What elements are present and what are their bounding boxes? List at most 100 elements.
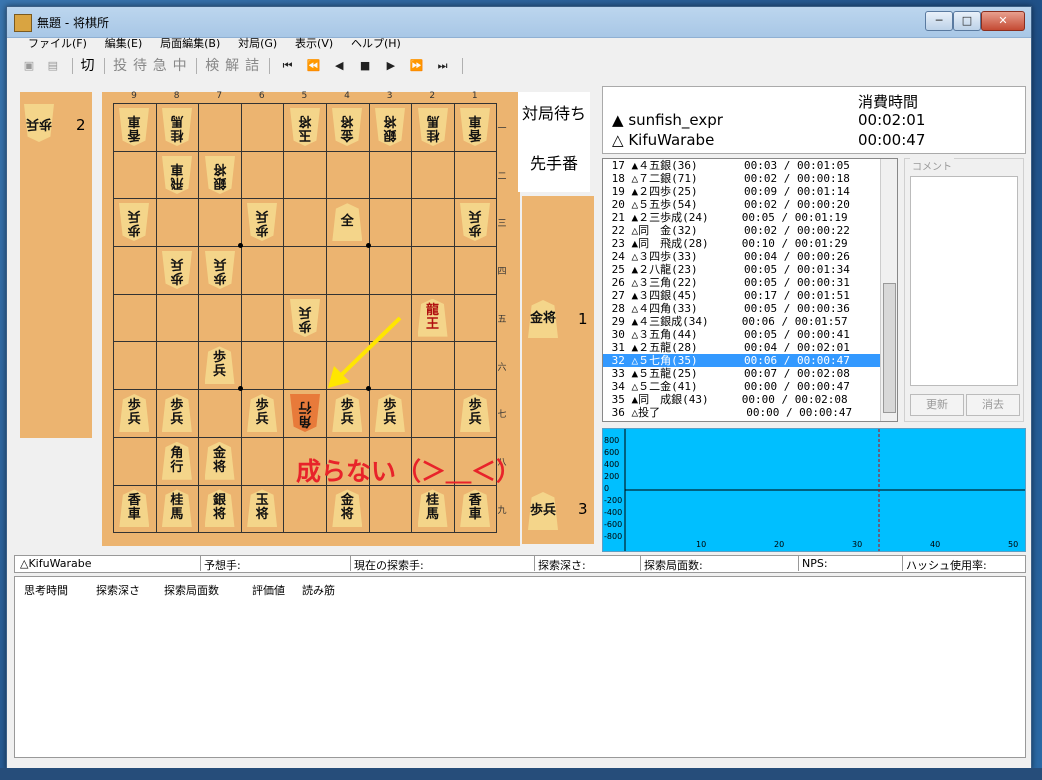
toolbar-solve-button[interactable]: 解 bbox=[225, 57, 239, 75]
board-square[interactable] bbox=[240, 150, 285, 200]
shogi-piece[interactable]: 銀将 bbox=[205, 156, 235, 194]
shogi-piece[interactable]: 銀将 bbox=[204, 489, 235, 528]
board-square[interactable] bbox=[453, 246, 498, 295]
board-square[interactable] bbox=[283, 246, 327, 295]
fast-forward-icon[interactable]: ⏩ bbox=[407, 57, 427, 75]
board-square[interactable] bbox=[368, 150, 413, 200]
menu-file[interactable]: ファイル(F) bbox=[24, 33, 93, 53]
move-list-item[interactable]: 29 ▲４三銀成(34) 00:06 / 00:01:57 bbox=[603, 315, 897, 328]
move-list-scrollbar[interactable] bbox=[880, 159, 897, 421]
shogi-piece[interactable]: 龍王 bbox=[417, 298, 448, 337]
board-square[interactable] bbox=[155, 293, 200, 343]
shogi-piece[interactable]: 歩兵 bbox=[162, 251, 192, 289]
board-square[interactable] bbox=[240, 103, 285, 152]
move-list-item[interactable]: 21 ▲２三歩成(24) 00:05 / 00:01:19 bbox=[603, 211, 897, 224]
board-square[interactable] bbox=[198, 389, 242, 438]
toolbar-resign-button[interactable]: 投 bbox=[113, 57, 127, 75]
rewind-icon[interactable]: ⏪ bbox=[303, 57, 323, 75]
menu-edit[interactable]: 編集(E) bbox=[101, 33, 149, 53]
move-list-item[interactable]: 36 △投了 00:00 / 00:00:47 bbox=[603, 406, 897, 419]
shogi-piece[interactable]: 銀将 bbox=[375, 108, 405, 146]
hand-piece[interactable]: 歩兵 bbox=[24, 104, 54, 142]
shogi-piece[interactable]: 金将 bbox=[332, 489, 363, 528]
move-list-item[interactable]: 35 ▲同 成銀(43) 00:00 / 00:02:08 bbox=[603, 393, 897, 406]
board-square[interactable] bbox=[113, 341, 157, 391]
shogi-piece[interactable]: 香車 bbox=[119, 489, 150, 528]
shogi-piece[interactable]: 桂馬 bbox=[417, 489, 448, 528]
toolbar-cut-button[interactable]: 切 bbox=[80, 57, 94, 75]
board-square[interactable] bbox=[411, 246, 455, 295]
board-square[interactable] bbox=[283, 150, 327, 200]
board-square[interactable] bbox=[326, 246, 370, 295]
move-list-item[interactable]: 22 △同 金(32) 00:02 / 00:00:22 bbox=[603, 224, 897, 237]
shogi-piece[interactable]: 歩兵 bbox=[205, 251, 235, 289]
shogi-piece[interactable]: 金将 bbox=[332, 108, 362, 146]
save-icon[interactable]: ▣ bbox=[20, 57, 38, 75]
update-button[interactable]: 更新 bbox=[910, 394, 964, 416]
shogi-piece[interactable]: 歩兵 bbox=[161, 394, 192, 433]
toolbar-wait-button[interactable]: 待 bbox=[133, 57, 147, 75]
board-square[interactable] bbox=[113, 246, 157, 295]
shogi-piece[interactable]: 香車 bbox=[460, 489, 491, 528]
engine-column-header[interactable]: 評価値 bbox=[252, 582, 285, 598]
shogi-piece[interactable]: 玉将 bbox=[290, 108, 320, 146]
board-square[interactable] bbox=[155, 341, 200, 391]
board-square[interactable] bbox=[240, 246, 285, 295]
board-square[interactable] bbox=[198, 198, 242, 248]
menu-help[interactable]: ヘルプ(H) bbox=[347, 33, 407, 53]
board-square[interactable] bbox=[368, 484, 413, 534]
move-list-item[interactable]: 30 △３五角(44) 00:05 / 00:00:41 bbox=[603, 328, 897, 341]
board-square[interactable] bbox=[198, 103, 242, 152]
hand-piece[interactable]: 歩兵 bbox=[528, 492, 558, 530]
shogi-piece[interactable]: 金将 bbox=[204, 441, 235, 480]
shogi-piece[interactable]: 桂馬 bbox=[418, 108, 448, 146]
toolbar-mate-button[interactable]: 詰 bbox=[245, 57, 259, 75]
shogi-piece[interactable]: 桂馬 bbox=[161, 489, 192, 528]
maximize-button[interactable]: □ bbox=[953, 11, 981, 31]
move-list-item[interactable]: 25 ▲２八龍(23) 00:05 / 00:01:34 bbox=[603, 263, 897, 276]
board-square[interactable] bbox=[113, 436, 157, 486]
engine-column-header[interactable]: 探索深さ bbox=[96, 582, 140, 598]
board-square[interactable] bbox=[411, 150, 455, 200]
move-list-item[interactable]: 32 △５七角(35) 00:06 / 00:00:47 bbox=[603, 354, 897, 367]
minimize-button[interactable]: ─ bbox=[925, 11, 953, 31]
shogi-piece[interactable]: 歩兵 bbox=[119, 203, 149, 241]
shogi-piece[interactable]: 歩兵 bbox=[332, 394, 363, 433]
shogi-piece[interactable]: 歩兵 bbox=[247, 203, 277, 241]
board-square[interactable] bbox=[368, 198, 413, 248]
shogi-piece[interactable]: 歩兵 bbox=[247, 394, 278, 433]
engine-column-header[interactable]: 探索局面数 bbox=[164, 582, 219, 598]
board-square[interactable] bbox=[326, 150, 370, 200]
prev-move-icon[interactable]: ◀ bbox=[329, 57, 349, 75]
board-square[interactable] bbox=[283, 198, 327, 248]
shogi-piece[interactable]: 角行 bbox=[290, 394, 320, 432]
move-list-item[interactable]: 27 ▲３四銀(45) 00:17 / 00:01:51 bbox=[603, 289, 897, 302]
board-square[interactable] bbox=[113, 150, 157, 200]
shogi-piece[interactable]: 歩兵 bbox=[204, 346, 235, 385]
load-icon[interactable]: ▤ bbox=[44, 57, 62, 75]
move-list-item[interactable]: 34 △５二金(41) 00:00 / 00:00:47 bbox=[603, 380, 897, 393]
shogi-piece[interactable]: 香車 bbox=[460, 108, 490, 146]
shogi-piece[interactable]: 香車 bbox=[119, 108, 149, 146]
shogi-piece[interactable]: 飛車 bbox=[162, 156, 192, 194]
engine-output-list[interactable] bbox=[14, 576, 1026, 758]
board-square[interactable] bbox=[411, 198, 455, 248]
board-square[interactable] bbox=[411, 389, 455, 438]
board-square[interactable] bbox=[368, 246, 413, 295]
move-list-item[interactable]: 23 ▲同 飛成(28) 00:10 / 00:01:29 bbox=[603, 237, 897, 250]
shogi-piece[interactable]: 全 bbox=[332, 203, 363, 242]
move-list-item[interactable]: 26 △３三角(22) 00:05 / 00:00:31 bbox=[603, 276, 897, 289]
board-square[interactable] bbox=[155, 198, 200, 248]
next-move-icon[interactable]: ▶ bbox=[381, 57, 401, 75]
board-square[interactable] bbox=[240, 293, 285, 343]
move-list-item[interactable]: 19 ▲２四歩(25) 00:09 / 00:01:14 bbox=[603, 185, 897, 198]
shogi-piece[interactable]: 玉将 bbox=[247, 489, 278, 528]
comment-textarea[interactable] bbox=[910, 176, 1018, 386]
last-move-icon[interactable]: ⏭ bbox=[433, 57, 453, 75]
board-square[interactable] bbox=[453, 341, 498, 391]
menu-view[interactable]: 表示(V) bbox=[291, 33, 339, 53]
engine-column-header[interactable]: 思考時間 bbox=[24, 582, 68, 598]
move-list-item[interactable]: 18 △７二銀(71) 00:02 / 00:00:18 bbox=[603, 172, 897, 185]
board-square[interactable] bbox=[453, 293, 498, 343]
move-list-item[interactable]: 28 △４四角(33) 00:05 / 00:00:36 bbox=[603, 302, 897, 315]
